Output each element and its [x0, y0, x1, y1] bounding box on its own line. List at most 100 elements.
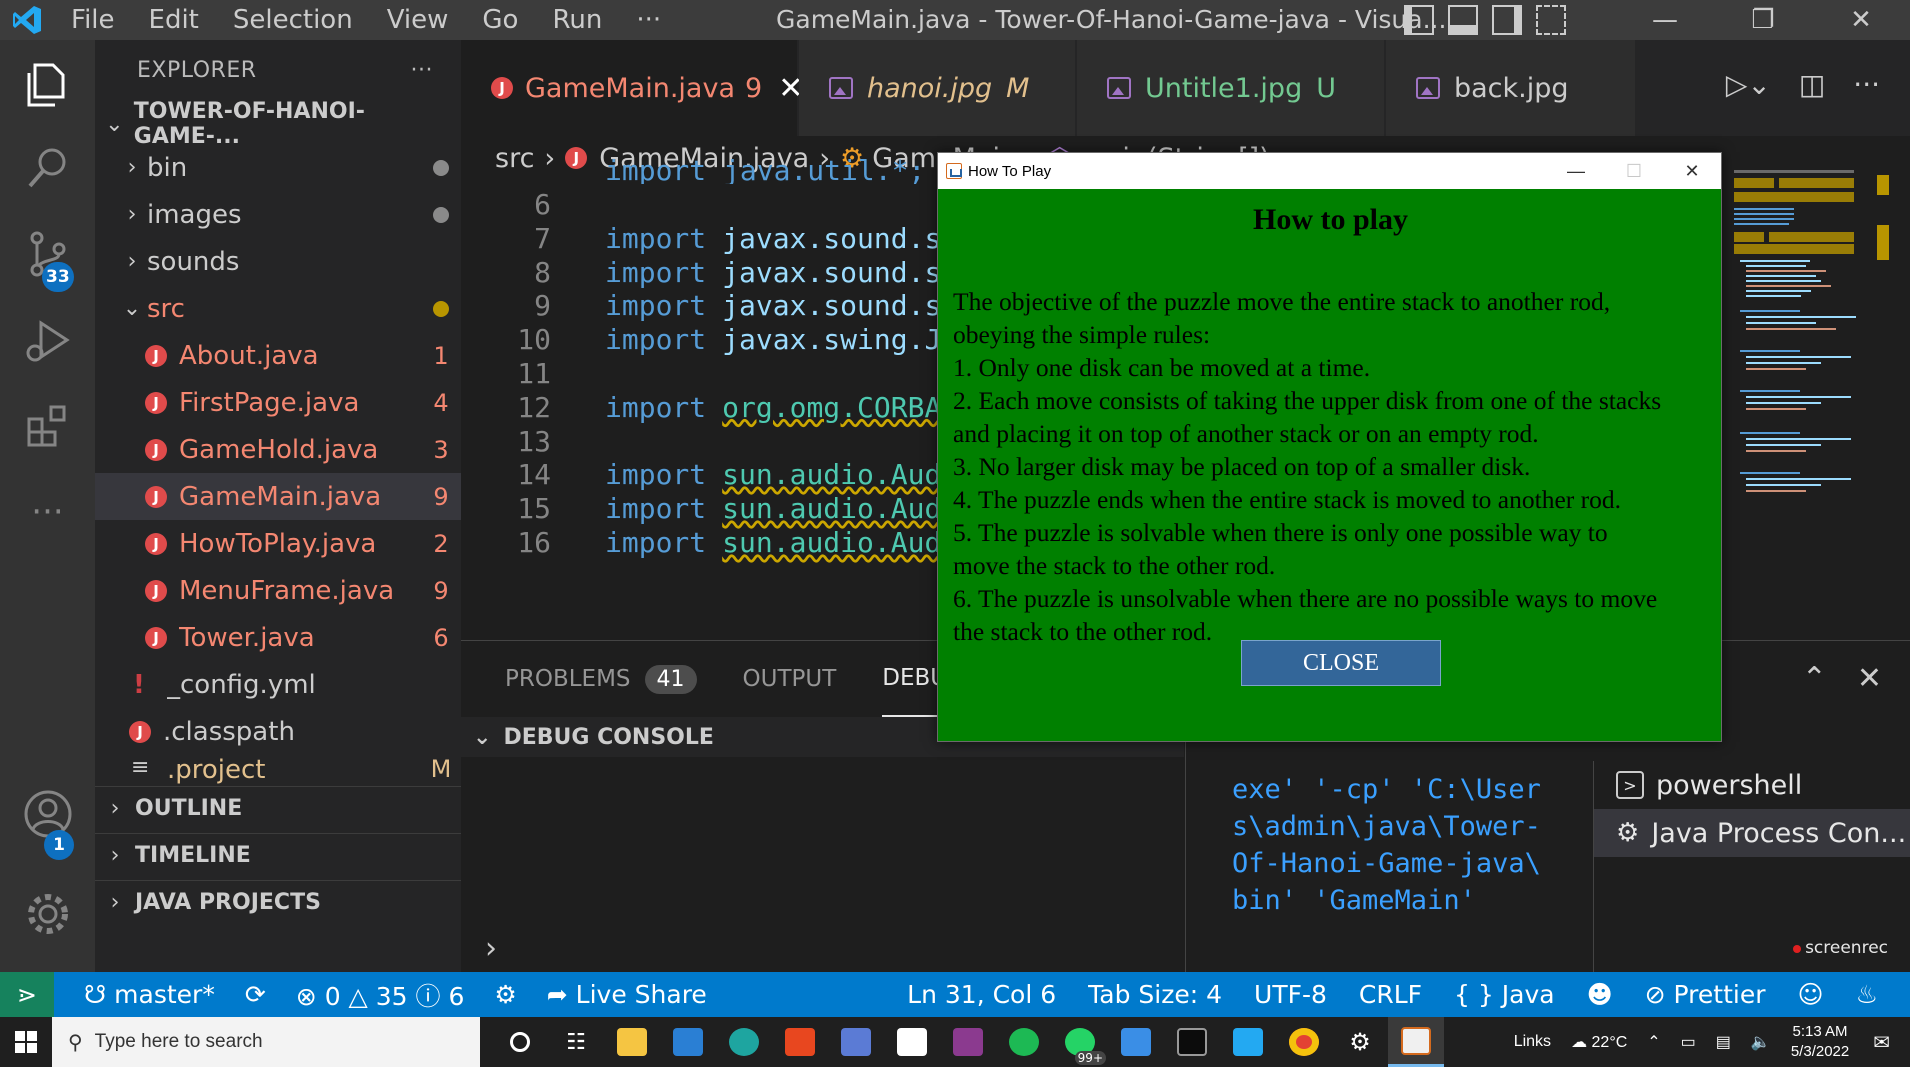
extensions-icon[interactable] [0, 382, 95, 470]
tree-folder-bin[interactable]: › bin [95, 144, 461, 191]
tree-file-howtoplay[interactable]: J HowToPlay.java 2 [95, 520, 461, 567]
action-center-icon[interactable]: ✉ [1873, 1030, 1890, 1055]
close-icon[interactable]: ✕ [1812, 0, 1910, 40]
debug-status-icon[interactable]: ⚙ [494, 980, 516, 1009]
maximize-panel-icon[interactable]: ⌃ [1802, 661, 1827, 696]
dialog-titlebar[interactable]: How To Play — ☐ ✕ [938, 153, 1721, 189]
photos-icon[interactable] [1108, 1017, 1164, 1067]
settings-gear-icon[interactable] [0, 870, 95, 958]
minimap[interactable] [1734, 170, 1894, 640]
close-button[interactable]: CLOSE [1241, 640, 1441, 686]
end-of-line[interactable]: CRLF [1359, 980, 1422, 1009]
explorer-icon[interactable] [0, 40, 95, 128]
volume-icon[interactable]: 🔈 [1751, 1032, 1771, 1052]
menu-file[interactable]: File [54, 0, 132, 40]
links-toolbar[interactable]: Links [1514, 1033, 1551, 1051]
tab-untitle1-jpg[interactable]: Untitle1.jpg U [1077, 40, 1385, 136]
chrome-icon[interactable] [1276, 1017, 1332, 1067]
tree-file-about[interactable]: J About.java 1 [95, 332, 461, 379]
menu-go[interactable]: Go [465, 0, 535, 40]
run-icon[interactable]: ▷⌄ [1726, 68, 1771, 101]
dialog-close-icon[interactable]: ✕ [1663, 153, 1721, 189]
tree-file-gamehold[interactable]: J GameHold.java 3 [95, 426, 461, 473]
explorer-more-actions[interactable]: ··· [411, 58, 433, 83]
windows-start-icon[interactable] [0, 1017, 52, 1067]
task-view-icon[interactable]: ☷ [548, 1017, 604, 1067]
tab-problems[interactable]: PROBLEMS 41 [505, 641, 697, 717]
java-app-icon[interactable] [1388, 1017, 1444, 1067]
more-actions-icon[interactable]: ··· [1853, 68, 1880, 101]
tab-hanoi-jpg[interactable]: hanoi.jpg M [799, 40, 1076, 136]
more-views-icon[interactable]: ··· [0, 468, 95, 556]
tree-file-project[interactable]: ≡ .project M [95, 755, 461, 785]
winrar-icon[interactable] [940, 1017, 996, 1067]
weather-widget[interactable]: ☁ 22°C [1571, 1032, 1627, 1052]
customize-layout-icon[interactable] [1536, 5, 1566, 35]
tree-file-config[interactable]: ! _config.yml [95, 661, 461, 708]
tree-folder-sounds[interactable]: › sounds [95, 238, 461, 285]
toggle-secondary-sidebar-icon[interactable] [1492, 5, 1522, 35]
live-share-button[interactable]: ➦ Live Share [547, 980, 707, 1009]
tree-folder-src[interactable]: ⌄ src [95, 285, 461, 332]
debug-prompt-icon[interactable]: › [485, 931, 497, 966]
mail-icon[interactable] [660, 1017, 716, 1067]
tab-size[interactable]: Tab Size: 4 [1088, 980, 1222, 1009]
copilot-icon[interactable]: ☻ [1587, 980, 1613, 1009]
toggle-primary-sidebar-icon[interactable] [1404, 5, 1434, 35]
whatsapp-icon[interactable]: 99+ [1052, 1017, 1108, 1067]
sync-icon[interactable]: ⟳ [245, 980, 266, 1009]
menu-run[interactable]: Run [535, 0, 619, 40]
menu-view[interactable]: View [370, 0, 466, 40]
problems-indicator[interactable]: ⊗ 0 △ 35 ⓘ 6 [296, 977, 465, 1013]
encoding[interactable]: UTF-8 [1254, 980, 1327, 1009]
terminal-item-powershell[interactable]: > powershell [1594, 761, 1910, 809]
toggle-panel-icon[interactable] [1448, 5, 1478, 35]
settings-taskbar-icon[interactable]: ⚙ [1332, 1017, 1388, 1067]
vscode-taskbar-icon[interactable] [1220, 1017, 1276, 1067]
cortana-icon[interactable] [492, 1017, 548, 1067]
tab-back-jpg[interactable]: back.jpg [1386, 40, 1636, 136]
tree-file-menuframe[interactable]: J MenuFrame.java 9 [95, 567, 461, 614]
notifications-bell-icon[interactable]: ♨ [1856, 980, 1878, 1009]
file-explorer-icon[interactable] [604, 1017, 660, 1067]
clock[interactable]: 5:13 AM 5/3/2022 [1791, 1022, 1849, 1062]
branch-indicator[interactable]: ☋ master* [84, 980, 215, 1009]
taskbar-search[interactable]: ⚲ Type here to search [52, 1017, 480, 1067]
tree-folder-images[interactable]: › images [95, 191, 461, 238]
tab-output[interactable]: OUTPUT [743, 641, 837, 717]
office-icon[interactable] [772, 1017, 828, 1067]
timeline-section[interactable]: › TIMELINE [95, 833, 461, 877]
language-mode[interactable]: { } Java [1454, 980, 1555, 1009]
cursor-position[interactable]: Ln 31, Col 6 [907, 980, 1056, 1009]
battery-icon[interactable]: ▤ [1716, 1032, 1731, 1052]
minimize-icon[interactable]: — [1616, 0, 1714, 40]
tray-chevron-icon[interactable]: ⌃ [1647, 1032, 1660, 1052]
edge-icon[interactable] [716, 1017, 772, 1067]
accounts-icon[interactable]: 1 [0, 770, 95, 860]
java-projects-section[interactable]: › JAVA PROJECTS [95, 880, 461, 924]
outline-section[interactable]: › OUTLINE [95, 786, 461, 830]
search-icon[interactable] [0, 124, 95, 212]
tree-file-classpath[interactable]: J .classpath [95, 708, 461, 755]
menu-edit[interactable]: Edit [132, 0, 216, 40]
feedback-icon[interactable]: ☺ [1798, 980, 1824, 1009]
menu-selection[interactable]: Selection [216, 0, 370, 40]
menu-more[interactable]: ··· [619, 0, 678, 40]
split-editor-icon[interactable]: ◫ [1799, 68, 1825, 101]
prettier-status[interactable]: ⊘ Prettier [1645, 980, 1766, 1009]
store-icon[interactable] [884, 1017, 940, 1067]
tree-file-tower[interactable]: J Tower.java 6 [95, 614, 461, 661]
run-debug-icon[interactable] [0, 296, 95, 384]
restore-icon[interactable]: ❐ [1714, 0, 1812, 40]
game-icon[interactable] [828, 1017, 884, 1067]
terminal-item-java-process[interactable]: ⚙ Java Process Con... [1594, 809, 1910, 857]
network-icon[interactable]: ▭ [1681, 1032, 1696, 1052]
spotify-icon[interactable] [996, 1017, 1052, 1067]
terminal-view[interactable]: TERMINAL exe' '-cp' 'C:\User s\admin\jav… [1185, 717, 1593, 973]
tree-file-gamemain[interactable]: J GameMain.java 9 [95, 473, 461, 520]
tree-file-firstpage[interactable]: J FirstPage.java 4 [95, 379, 461, 426]
tab-gamemain[interactable]: J GameMain.java 9 ✕ [461, 40, 803, 136]
dialog-minimize-icon[interactable]: — [1547, 153, 1605, 189]
source-control-icon[interactable]: 33 [0, 210, 95, 298]
remote-indicator-icon[interactable]: ⋗ [0, 972, 54, 1017]
